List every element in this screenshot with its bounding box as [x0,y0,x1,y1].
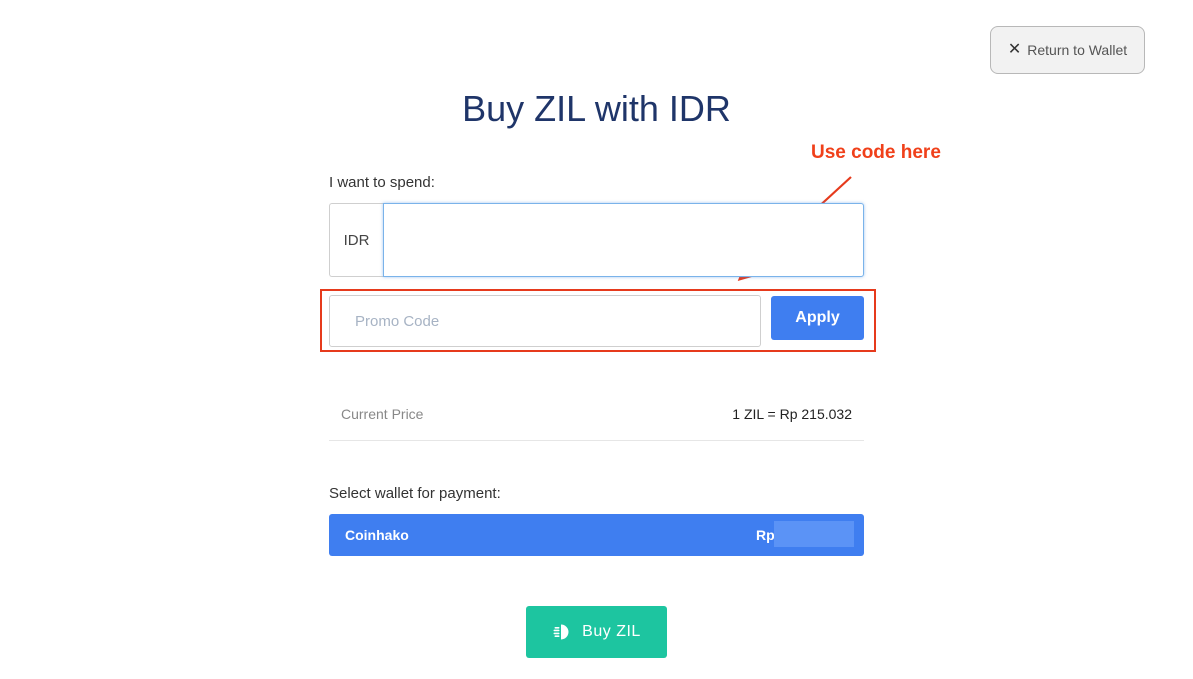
current-price-value: 1 ZIL = Rp 215.032 [732,406,852,422]
buy-zil-label: Buy ZIL [582,623,641,640]
close-icon: ✕ [1007,41,1022,58]
promo-code-input[interactable] [329,295,761,347]
wallet-select-label: Select wallet for payment: [329,485,501,502]
buy-zil-button[interactable]: Buy ZIL [526,606,667,658]
apply-button[interactable]: Apply [771,296,864,340]
currency-prefix: IDR [329,203,383,277]
zil-coin-icon [553,624,569,640]
spend-amount-group: IDR [329,203,864,277]
wallet-name: Coinhako [345,527,409,543]
page-title: Buy ZIL with IDR [462,88,731,130]
spend-label: I want to spend: [329,174,435,191]
annotation-label: Use code here [811,142,941,163]
current-price-label: Current Price [341,406,424,422]
current-price-row: Current Price 1 ZIL = Rp 215.032 [329,398,864,441]
wallet-currency: Rp [756,527,775,543]
return-to-wallet-label: Return to Wallet [1027,42,1128,58]
wallet-balance-redacted [774,521,854,547]
return-to-wallet-button[interactable]: ✕ Return to Wallet [990,26,1145,74]
spend-amount-input[interactable] [383,203,864,277]
wallet-option-coinhako[interactable]: Coinhako Rp [329,514,864,556]
